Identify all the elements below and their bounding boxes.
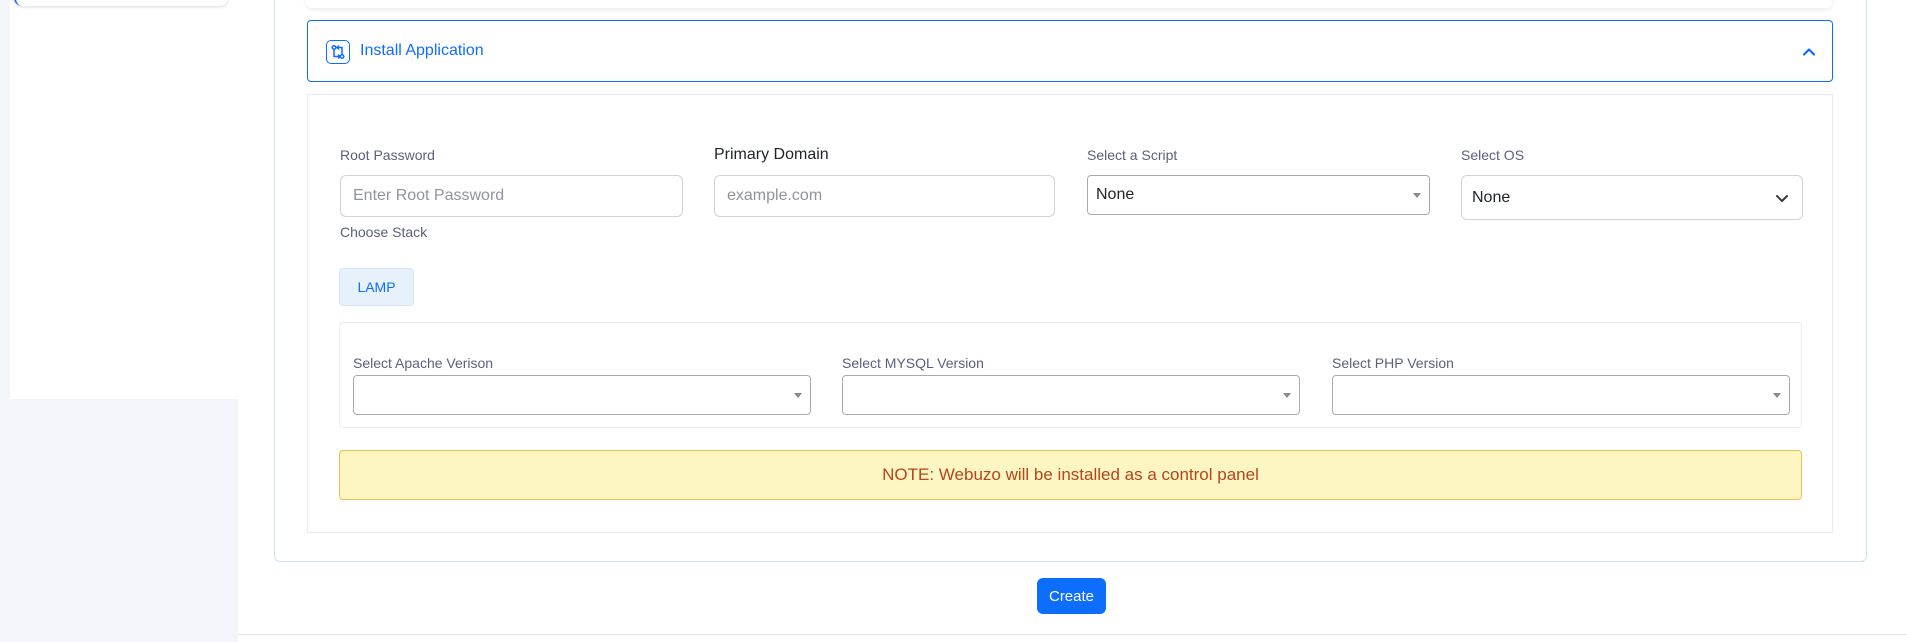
chevron-up-icon[interactable] (1800, 43, 1818, 61)
accordion-title: Install Application (360, 42, 484, 59)
webuzo-note-alert: NOTE: Webuzo will be installed as a cont… (339, 450, 1802, 500)
select-os-value: None (1472, 188, 1511, 206)
dropdown-arrow-icon (1773, 393, 1781, 398)
select-script-value: None (1096, 186, 1135, 203)
php-version-dropdown[interactable] (1332, 375, 1790, 415)
select-script-dropdown[interactable]: None (1087, 175, 1430, 215)
dropdown-arrow-icon (1413, 193, 1421, 198)
sidebar (0, 0, 238, 642)
primary-domain-label: Primary Domain (714, 146, 829, 163)
create-button[interactable]: Create (1037, 578, 1106, 614)
root-password-input[interactable] (340, 175, 683, 217)
apache-version-dropdown[interactable] (353, 375, 811, 415)
mysql-version-dropdown[interactable] (842, 375, 1300, 415)
stack-option-lamp[interactable]: LAMP (339, 268, 414, 306)
chevron-down-icon (1774, 190, 1790, 206)
install-application-accordion-header[interactable]: Install Application (307, 20, 1833, 82)
root-password-label: Root Password (340, 147, 435, 163)
dropdown-arrow-icon (794, 393, 802, 398)
footer-divider (238, 634, 1907, 635)
sidebar-active-item[interactable] (14, 0, 228, 6)
select-os-dropdown[interactable]: None (1461, 175, 1803, 220)
git-compare-icon (326, 40, 350, 64)
sidebar-panel (10, 0, 238, 399)
dropdown-arrow-icon (1283, 393, 1291, 398)
primary-domain-input[interactable] (714, 175, 1055, 217)
choose-stack-label: Choose Stack (340, 224, 428, 240)
apache-version-label: Select Apache Verison (353, 355, 494, 371)
previous-section-bottom (306, 0, 1832, 8)
main-content: Install Application (238, 0, 1907, 642)
select-os-label: Select OS (1461, 147, 1525, 163)
select-script-label: Select a Script (1087, 147, 1178, 163)
php-version-label: Select PHP Version (1332, 355, 1454, 371)
mysql-version-label: Select MYSQL Version (842, 355, 984, 371)
